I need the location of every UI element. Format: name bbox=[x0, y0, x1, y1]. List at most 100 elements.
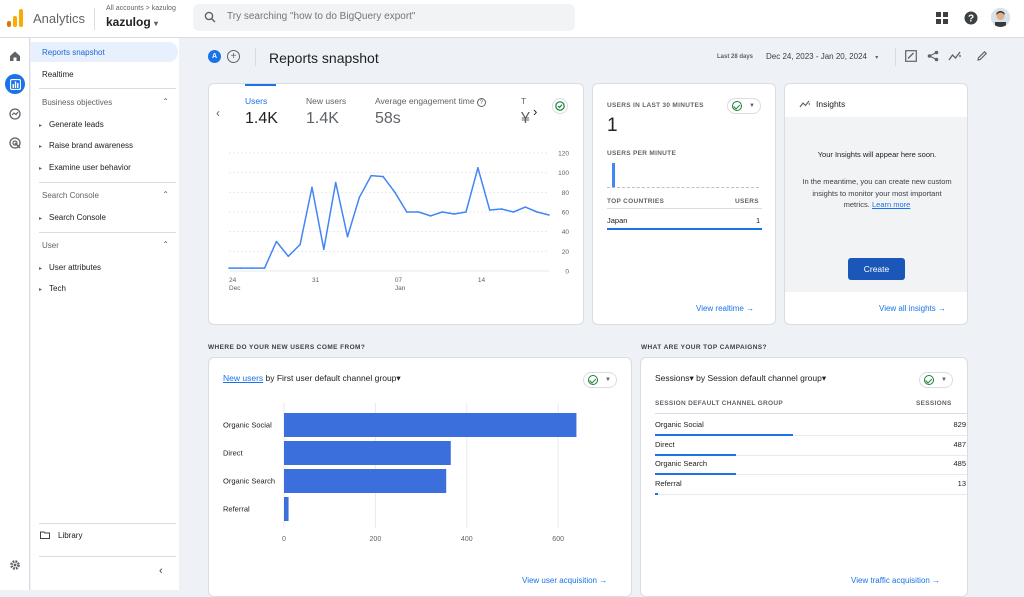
nav-library[interactable]: Library bbox=[40, 531, 82, 540]
selected-metric-indicator bbox=[245, 84, 276, 86]
dimension-selector[interactable]: by Session default channel group▾ bbox=[694, 373, 826, 383]
metric-engagement-value[interactable]: 58s bbox=[375, 110, 401, 128]
avatar[interactable] bbox=[991, 8, 1010, 27]
view-traffic-acquisition-link[interactable]: View traffic acquisition → bbox=[851, 576, 940, 585]
home-icon[interactable] bbox=[5, 46, 25, 66]
metric-users-value[interactable]: 1.4K bbox=[245, 110, 278, 128]
apps-grid-icon[interactable] bbox=[934, 10, 950, 26]
x-tick-label: 07 bbox=[395, 277, 403, 284]
table-row[interactable]: Organic Search 485 bbox=[655, 456, 967, 475]
country-name: Japan bbox=[607, 216, 628, 225]
campaigns-status-dropdown[interactable]: ▼ bbox=[919, 372, 953, 388]
create-insight-button[interactable]: Create bbox=[848, 258, 905, 280]
settings-gear-icon[interactable] bbox=[5, 555, 25, 575]
row-sessions-value: 13 bbox=[957, 478, 966, 488]
customize-report-icon[interactable] bbox=[904, 49, 918, 63]
chevron-up-icon[interactable]: ⌃ bbox=[162, 190, 169, 199]
nav-item-label: Generate leads bbox=[49, 120, 104, 129]
metric-new-users-label[interactable]: New users bbox=[306, 96, 346, 106]
learn-more-link[interactable]: Learn more bbox=[872, 200, 910, 209]
data-point bbox=[323, 248, 325, 251]
collapse-chevron-left-icon[interactable]: ‹ bbox=[159, 565, 163, 577]
nav-section-user[interactable]: User bbox=[42, 241, 59, 250]
metric-selector[interactable]: Sessions▾ bbox=[655, 373, 694, 383]
data-point bbox=[524, 206, 527, 208]
chevron-up-icon[interactable]: ⌃ bbox=[162, 240, 169, 249]
search-bar[interactable] bbox=[193, 4, 575, 31]
new-users-bar-chart: 0 200 400 600 Organic Social Direct Organic Se… bbox=[223, 403, 577, 543]
advertising-icon[interactable] bbox=[5, 133, 25, 153]
data-point bbox=[394, 191, 396, 194]
data-point bbox=[370, 174, 373, 177]
view-user-acquisition-link[interactable]: View user acquisition → bbox=[522, 576, 607, 585]
y-tick-label: 60 bbox=[562, 210, 570, 217]
search-input[interactable] bbox=[227, 11, 557, 22]
nav-item-search-console[interactable]: ▸ Search Console bbox=[39, 213, 106, 222]
chevron-right-icon[interactable]: › bbox=[533, 104, 537, 119]
metric-new-users-value[interactable]: 1.4K bbox=[306, 110, 339, 128]
view-all-insights-link[interactable]: View all insights → bbox=[879, 304, 946, 313]
folder-icon bbox=[40, 531, 50, 539]
svg-text:?: ? bbox=[968, 14, 974, 25]
nav-item-user-attributes[interactable]: ▸ User attributes bbox=[39, 263, 101, 272]
add-comparison-button[interactable]: + bbox=[227, 50, 240, 63]
explore-icon[interactable] bbox=[5, 104, 25, 124]
account-selector[interactable]: kazulog ▾ bbox=[106, 15, 158, 29]
insights-sparkle-icon[interactable] bbox=[948, 49, 962, 63]
bar bbox=[284, 413, 577, 437]
nav-item-generate-leads[interactable]: ▸ Generate leads bbox=[39, 120, 104, 129]
nav-section-business-objectives[interactable]: Business objectives bbox=[42, 98, 112, 107]
data-point bbox=[311, 186, 313, 189]
expand-icon: ▸ bbox=[39, 266, 43, 272]
expand-icon: ▸ bbox=[39, 216, 43, 222]
divider bbox=[39, 182, 176, 183]
bar-category-label: Organic Social bbox=[223, 421, 272, 430]
app-name: Analytics bbox=[33, 11, 86, 26]
help-circle-icon[interactable]: ? bbox=[476, 98, 486, 107]
view-realtime-link[interactable]: View realtime → bbox=[696, 304, 754, 313]
data-quality-check-icon[interactable] bbox=[552, 98, 568, 114]
help-icon[interactable]: ? bbox=[963, 10, 979, 26]
comparison-chip[interactable]: A bbox=[208, 50, 221, 63]
dimension-selector[interactable]: by First user default channel group▾ bbox=[263, 373, 401, 383]
analytics-logo-icon[interactable] bbox=[7, 9, 23, 27]
row-channel-name: Organic Social bbox=[655, 420, 704, 429]
metric-users-label[interactable]: Users bbox=[245, 96, 267, 106]
date-range-picker[interactable]: Dec 24, 2023 - Jan 20, 2024 ▾ bbox=[766, 52, 878, 61]
nav-realtime[interactable]: Realtime bbox=[31, 64, 178, 84]
nav-item-tech[interactable]: ▸ Tech bbox=[39, 284, 66, 293]
page-title: Reports snapshot bbox=[269, 50, 379, 66]
nav-item-label: Raise brand awareness bbox=[49, 141, 134, 150]
col-users: USERS bbox=[735, 198, 759, 205]
acquisition-status-dropdown[interactable]: ▼ bbox=[583, 372, 617, 388]
divider bbox=[39, 232, 176, 233]
chevron-left-icon[interactable]: ‹ bbox=[216, 106, 220, 120]
x-tick-label: 24 bbox=[229, 277, 237, 284]
divider bbox=[895, 48, 896, 66]
reports-icon[interactable] bbox=[5, 74, 25, 94]
divider bbox=[607, 208, 762, 209]
nav-reports-snapshot[interactable]: Reports snapshot bbox=[31, 42, 178, 62]
breadcrumb[interactable]: All accounts > kazulog bbox=[106, 5, 176, 12]
check-circle-icon bbox=[732, 101, 742, 111]
divider bbox=[39, 88, 176, 89]
nav-item-examine-user-behavior[interactable]: ▸ Examine user behavior bbox=[39, 163, 131, 172]
nav-section-search-console[interactable]: Search Console bbox=[42, 191, 99, 200]
divider bbox=[39, 556, 176, 557]
metric-selector[interactable]: New users bbox=[223, 373, 263, 383]
table-row[interactable]: Organic Social 829 bbox=[655, 417, 967, 436]
campaigns-dimension-selector[interactable]: Sessions▾ by Session default channel gro… bbox=[655, 373, 826, 384]
divider bbox=[255, 48, 256, 66]
edit-pencil-icon[interactable] bbox=[975, 49, 989, 63]
acquisition-dimension-selector[interactable]: New users by First user default channel … bbox=[223, 373, 401, 384]
table-row[interactable]: Referral 13 bbox=[655, 476, 967, 495]
row-channel-name: Direct bbox=[655, 439, 675, 449]
nav-item-raise-brand-awareness[interactable]: ▸ Raise brand awareness bbox=[39, 141, 133, 150]
share-icon[interactable] bbox=[926, 49, 940, 63]
chevron-up-icon[interactable]: ⌃ bbox=[162, 97, 169, 106]
realtime-status-dropdown[interactable]: ▼ bbox=[727, 98, 761, 114]
metric-engagement-label[interactable]: Average engagement time ? bbox=[375, 96, 486, 107]
table-row[interactable]: Direct 487 bbox=[655, 437, 967, 456]
nav-item-label: Search Console bbox=[49, 213, 106, 222]
date-range-value: Dec 24, 2023 - Jan 20, 2024 bbox=[766, 52, 867, 61]
